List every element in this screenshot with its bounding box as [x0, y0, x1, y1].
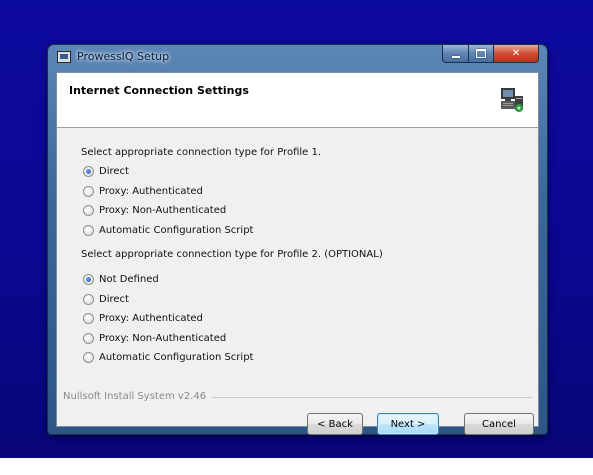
profile1-label: Select appropriate connection type for P…	[81, 147, 322, 158]
radio-button[interactable]	[83, 224, 94, 236]
branding-text: Nullsoft Install System v2.46	[63, 391, 213, 402]
title-bar[interactable]: ProwessIQ Setup ✕	[48, 45, 547, 69]
close-icon: ✕	[511, 48, 521, 59]
radio-button[interactable]	[83, 312, 94, 324]
profile2-option-direct[interactable]: Direct	[83, 291, 129, 307]
profile1-option-proxy-authenticated[interactable]: Proxy: Authenticated	[83, 183, 203, 199]
window-title: ProwessIQ Setup	[77, 50, 170, 63]
radio-button[interactable]	[83, 351, 94, 363]
profile1-option-direct[interactable]: Direct	[83, 163, 129, 179]
close-button[interactable]: ✕	[494, 45, 539, 63]
minimize-button[interactable]	[442, 45, 469, 63]
option-label: Proxy: Authenticated	[99, 312, 203, 324]
page-header: Internet Connection Settings	[57, 73, 538, 128]
installer-icon	[57, 51, 71, 63]
setup-window: ProwessIQ Setup ✕ Internet Connection Se…	[48, 45, 547, 435]
computer-network-icon	[501, 88, 523, 112]
minimize-icon	[451, 55, 460, 58]
radio-button[interactable]	[83, 204, 94, 216]
option-label: Direct	[99, 293, 129, 305]
next-button[interactable]: Next >	[377, 413, 439, 435]
profile2-option-proxy-non-authenticated[interactable]: Proxy: Non-Authenticated	[83, 330, 226, 346]
profile2-option-not-defined[interactable]: Not Defined	[83, 271, 159, 287]
radio-button[interactable]	[83, 293, 94, 305]
radio-button-selected[interactable]	[83, 165, 94, 177]
option-label: Automatic Configuration Script	[99, 224, 254, 236]
radio-button[interactable]	[83, 185, 94, 197]
option-label: Automatic Configuration Script	[99, 351, 254, 363]
option-label: Proxy: Authenticated	[99, 185, 203, 197]
back-button[interactable]: < Back	[307, 413, 363, 435]
option-label: Not Defined	[99, 273, 159, 285]
page-title: Internet Connection Settings	[69, 84, 249, 97]
profile2-option-auto-config-script[interactable]: Automatic Configuration Script	[83, 349, 253, 365]
maximize-icon	[476, 49, 486, 58]
maximize-button[interactable]	[469, 45, 494, 63]
option-label: Direct	[99, 165, 129, 177]
radio-button-selected[interactable]	[83, 273, 94, 285]
profile2-option-proxy-authenticated[interactable]: Proxy: Authenticated	[83, 310, 203, 326]
cancel-button[interactable]: Cancel	[464, 413, 534, 435]
option-label: Proxy: Non-Authenticated	[99, 332, 227, 344]
profile1-option-auto-config-script[interactable]: Automatic Configuration Script	[83, 222, 253, 238]
nsis-branding: Nullsoft Install System v2.46	[57, 391, 538, 403]
dialog-client-area: Internet Connection Settings Select appr…	[56, 72, 539, 435]
profile1-option-proxy-non-authenticated[interactable]: Proxy: Non-Authenticated	[83, 202, 226, 218]
profile2-label: Select appropriate connection type for P…	[81, 249, 383, 260]
radio-button[interactable]	[83, 332, 94, 344]
option-label: Proxy: Non-Authenticated	[99, 204, 227, 216]
